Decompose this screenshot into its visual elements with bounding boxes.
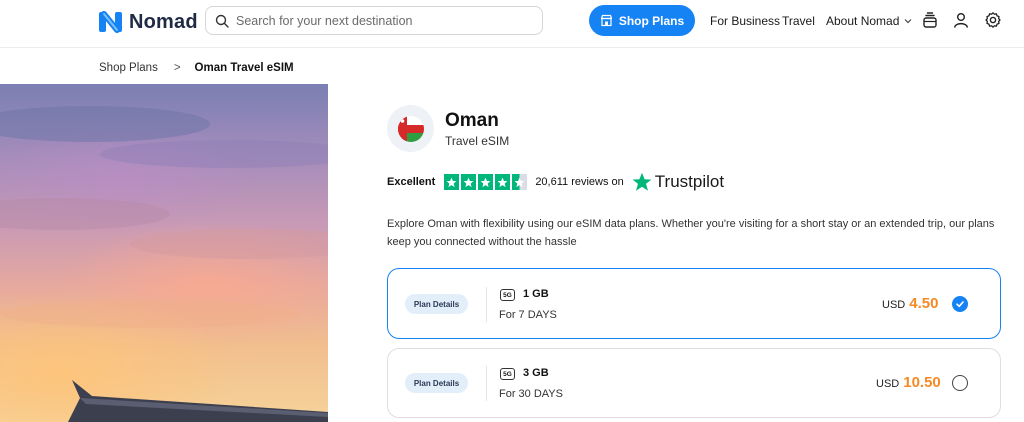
product-description: Explore Oman with flexibility using our … <box>387 218 995 248</box>
nav-travel[interactable]: Travel <box>782 14 815 28</box>
store-icon <box>600 14 612 27</box>
settings-icon[interactable] <box>984 11 1002 29</box>
hero-image <box>0 84 328 422</box>
price-currency: USD <box>876 378 900 390</box>
reviews-count: 20,611 reviews on <box>535 176 624 188</box>
price-amount: 4.50 <box>909 295 939 312</box>
search-icon <box>215 14 229 28</box>
divider <box>486 287 487 322</box>
plan-price: USD 10.50 <box>876 374 941 391</box>
search-input[interactable] <box>236 13 526 28</box>
check-icon <box>956 301 964 308</box>
shop-plans-button[interactable]: Shop Plans <box>589 5 695 36</box>
nav-for-business[interactable]: For Business <box>710 14 780 28</box>
5g-icon: 5G <box>500 368 515 380</box>
rating-stars <box>444 174 528 190</box>
plan-details-button[interactable]: Plan Details <box>405 373 468 393</box>
trustpilot-name: Trustpilot <box>654 172 725 191</box>
plan-radio-unselected[interactable] <box>952 375 968 391</box>
nav-travel-label: Travel <box>782 14 815 28</box>
brand-logo[interactable]: Nomad <box>98 8 198 36</box>
rating-label: Excellent <box>387 176 436 188</box>
brand-name: Nomad <box>129 10 198 33</box>
chevron-down-icon <box>904 19 912 24</box>
plan-duration: For 30 DAYS <box>499 388 563 400</box>
breadcrumb-shop-plans[interactable]: Shop Plans <box>99 62 158 74</box>
price-currency: USD <box>882 299 906 311</box>
nav-about-label: About Nomad <box>826 14 900 28</box>
nav-about-nomad[interactable]: About Nomad <box>826 14 912 28</box>
product-subtitle: Travel eSIM <box>445 134 510 148</box>
plan-card[interactable]: Plan Details 5G 3 GB For 30 DAYS USD 10.… <box>387 348 1001 418</box>
half-star-icon <box>512 174 528 190</box>
search-bar[interactable] <box>205 6 543 35</box>
trustpilot-rating[interactable]: Excellent 20,611 reviews on Trustpilot <box>387 170 724 194</box>
airplane-wing-illustration <box>0 106 328 422</box>
oman-flag-icon <box>397 115 424 142</box>
trustpilot-logo: Trustpilot <box>632 172 724 192</box>
country-flag-badge <box>387 105 434 152</box>
country-name: Oman <box>445 110 499 131</box>
breadcrumb-current: Oman Travel eSIM <box>194 62 294 74</box>
plan-data: 1 GB <box>523 288 549 300</box>
star-icon <box>461 174 477 190</box>
5g-icon: 5G <box>500 289 515 301</box>
divider <box>486 366 487 401</box>
user-icon[interactable] <box>952 11 970 29</box>
plan-radio-selected[interactable] <box>952 296 968 312</box>
shop-plans-label: Shop Plans <box>618 13 685 28</box>
plan-duration: For 7 DAYS <box>499 309 557 321</box>
nomad-logo-icon <box>99 11 122 33</box>
breadcrumb: Shop Plans > Oman Travel eSIM <box>99 62 294 74</box>
star-icon <box>495 174 511 190</box>
orders-icon[interactable] <box>921 11 939 29</box>
nav-for-business-label: For Business <box>710 14 781 28</box>
price-amount: 10.50 <box>903 374 941 391</box>
plan-data: 3 GB <box>523 367 549 379</box>
star-icon <box>478 174 494 190</box>
top-header: Nomad Shop Plans For Business Travel Abo… <box>0 0 1024 48</box>
plan-details-button[interactable]: Plan Details <box>405 294 468 314</box>
star-icon <box>444 174 460 190</box>
plan-card[interactable]: Plan Details 5G 1 GB For 7 DAYS USD 4.50 <box>387 268 1001 339</box>
breadcrumb-separator: > <box>173 62 181 74</box>
plan-price: USD 4.50 <box>882 295 938 312</box>
trustpilot-star-icon <box>632 172 652 191</box>
